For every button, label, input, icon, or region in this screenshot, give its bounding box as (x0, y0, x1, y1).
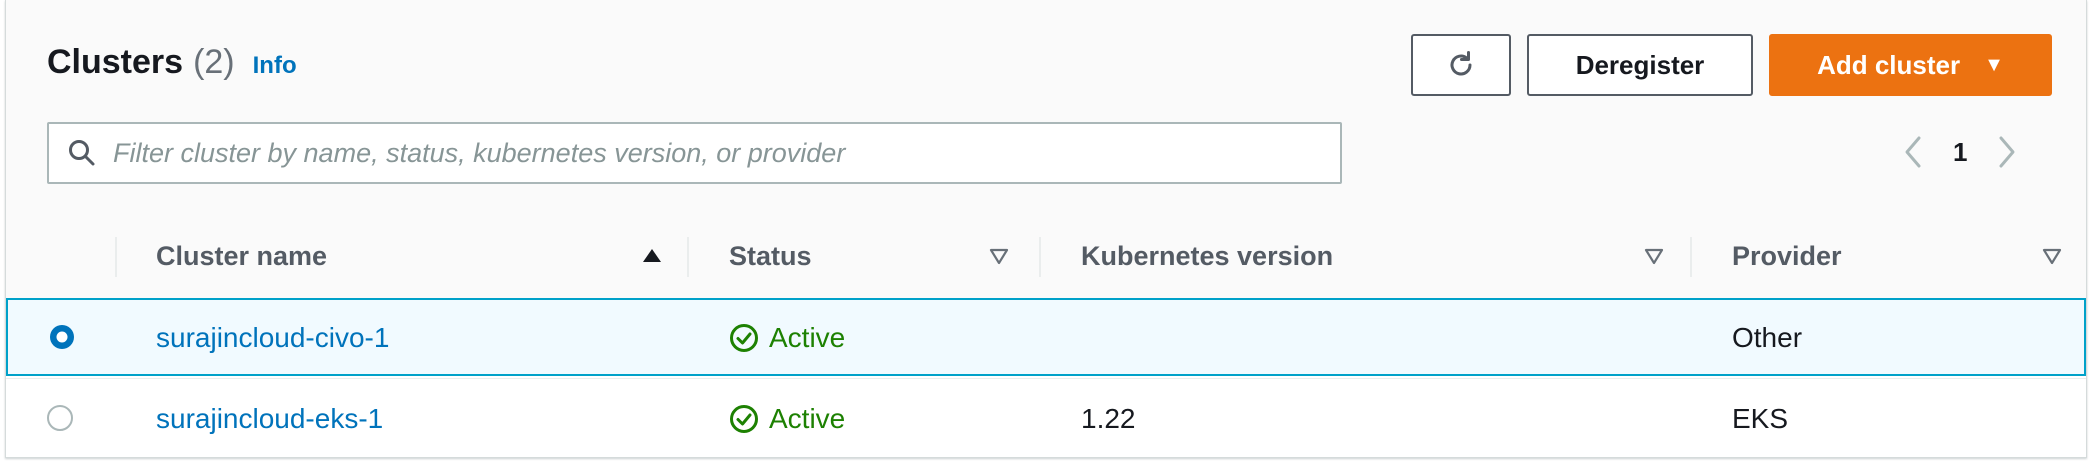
pagination: 1 (1901, 132, 2019, 172)
kubernetes-version: 1.22 (1081, 403, 1136, 434)
sort-icon[interactable] (988, 245, 1010, 267)
column-divider (115, 237, 117, 277)
search-icon (69, 140, 95, 166)
title-row: Clusters (2) Info (47, 43, 297, 82)
status-text: Active (769, 403, 846, 434)
chevron-left-icon[interactable] (1901, 132, 1925, 172)
add-cluster-button[interactable]: Add cluster ▼ (1769, 34, 2052, 96)
column-kubernetes-version[interactable]: Kubernetes version (1081, 241, 1333, 272)
panel-header: Clusters (2) Info Deregister Add cluster… (6, 0, 2086, 220)
status-active-icon (730, 405, 758, 433)
deregister-button[interactable]: Deregister (1527, 34, 1753, 96)
column-status[interactable]: Status (729, 241, 812, 272)
provider: EKS (1732, 403, 1789, 434)
table-row[interactable]: surajincloud-eks-1 Active 1.22 EKS (6, 378, 2086, 457)
sort-icon[interactable] (2041, 245, 2063, 267)
info-link[interactable]: Info (253, 52, 297, 80)
caret-down-icon: ▼ (1984, 53, 2004, 76)
status-text: Active (769, 322, 846, 353)
column-divider (1690, 237, 1692, 277)
page-title: Clusters (47, 43, 184, 81)
cluster-count: (2) (193, 43, 235, 81)
search-field[interactable] (47, 122, 1342, 184)
add-cluster-label: Add cluster (1817, 49, 1961, 80)
table-row[interactable]: surajincloud-civo-1 Active Other (6, 298, 2086, 376)
column-cluster-name[interactable]: Cluster name (156, 241, 327, 272)
provider: Other (1732, 322, 1803, 353)
cluster-name-link[interactable]: surajincloud-eks-1 (156, 403, 383, 435)
clusters-panel: Clusters (2) Info Deregister Add cluster… (5, 0, 2087, 458)
sort-icon[interactable] (1643, 245, 1665, 267)
table-header: Cluster name Status Kubernetes version P… (6, 219, 2086, 299)
row-radio[interactable] (46, 404, 74, 432)
row-radio-selected[interactable] (48, 323, 76, 351)
refresh-button[interactable] (1411, 34, 1511, 96)
status-badge: Active (729, 322, 845, 354)
column-divider (1039, 237, 1041, 277)
status-badge: Active (729, 403, 845, 435)
search-input[interactable] (111, 136, 1295, 170)
refresh-icon (1450, 51, 1472, 76)
cluster-name-link[interactable]: surajincloud-civo-1 (156, 322, 389, 354)
sort-ascending-icon[interactable] (641, 245, 663, 267)
current-page[interactable]: 1 (1953, 137, 1967, 168)
status-active-icon (730, 324, 758, 352)
column-divider (687, 237, 689, 277)
column-provider[interactable]: Provider (1732, 241, 1842, 272)
chevron-right-icon[interactable] (1995, 132, 2019, 172)
